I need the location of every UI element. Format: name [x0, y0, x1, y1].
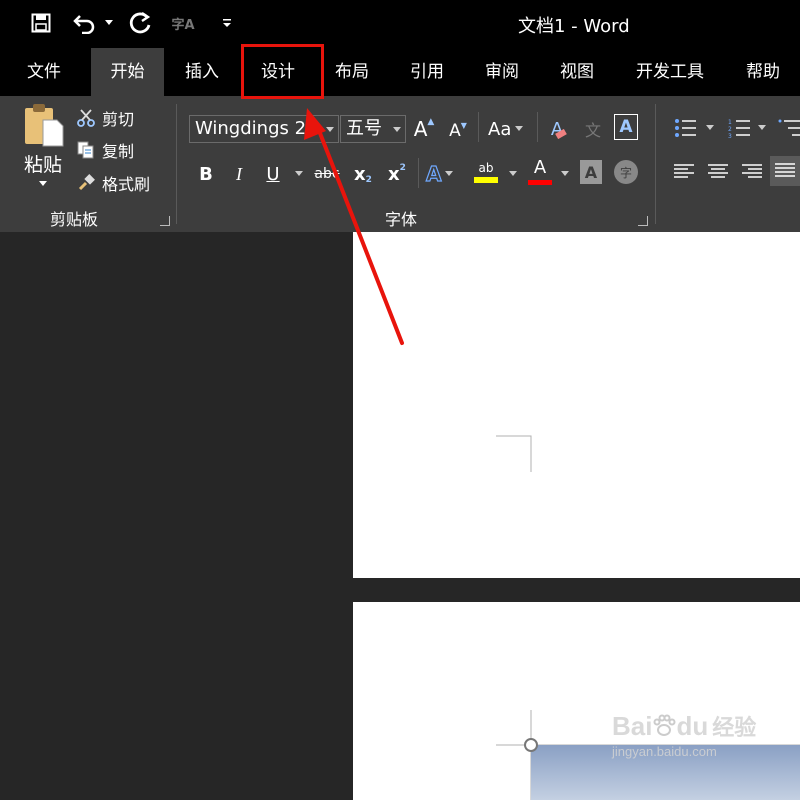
annotation-arrow: [304, 108, 404, 345]
paw-icon: [653, 714, 676, 736]
baidu-watermark: Bai du 经验 jingyan.baidu.com: [612, 710, 757, 760]
